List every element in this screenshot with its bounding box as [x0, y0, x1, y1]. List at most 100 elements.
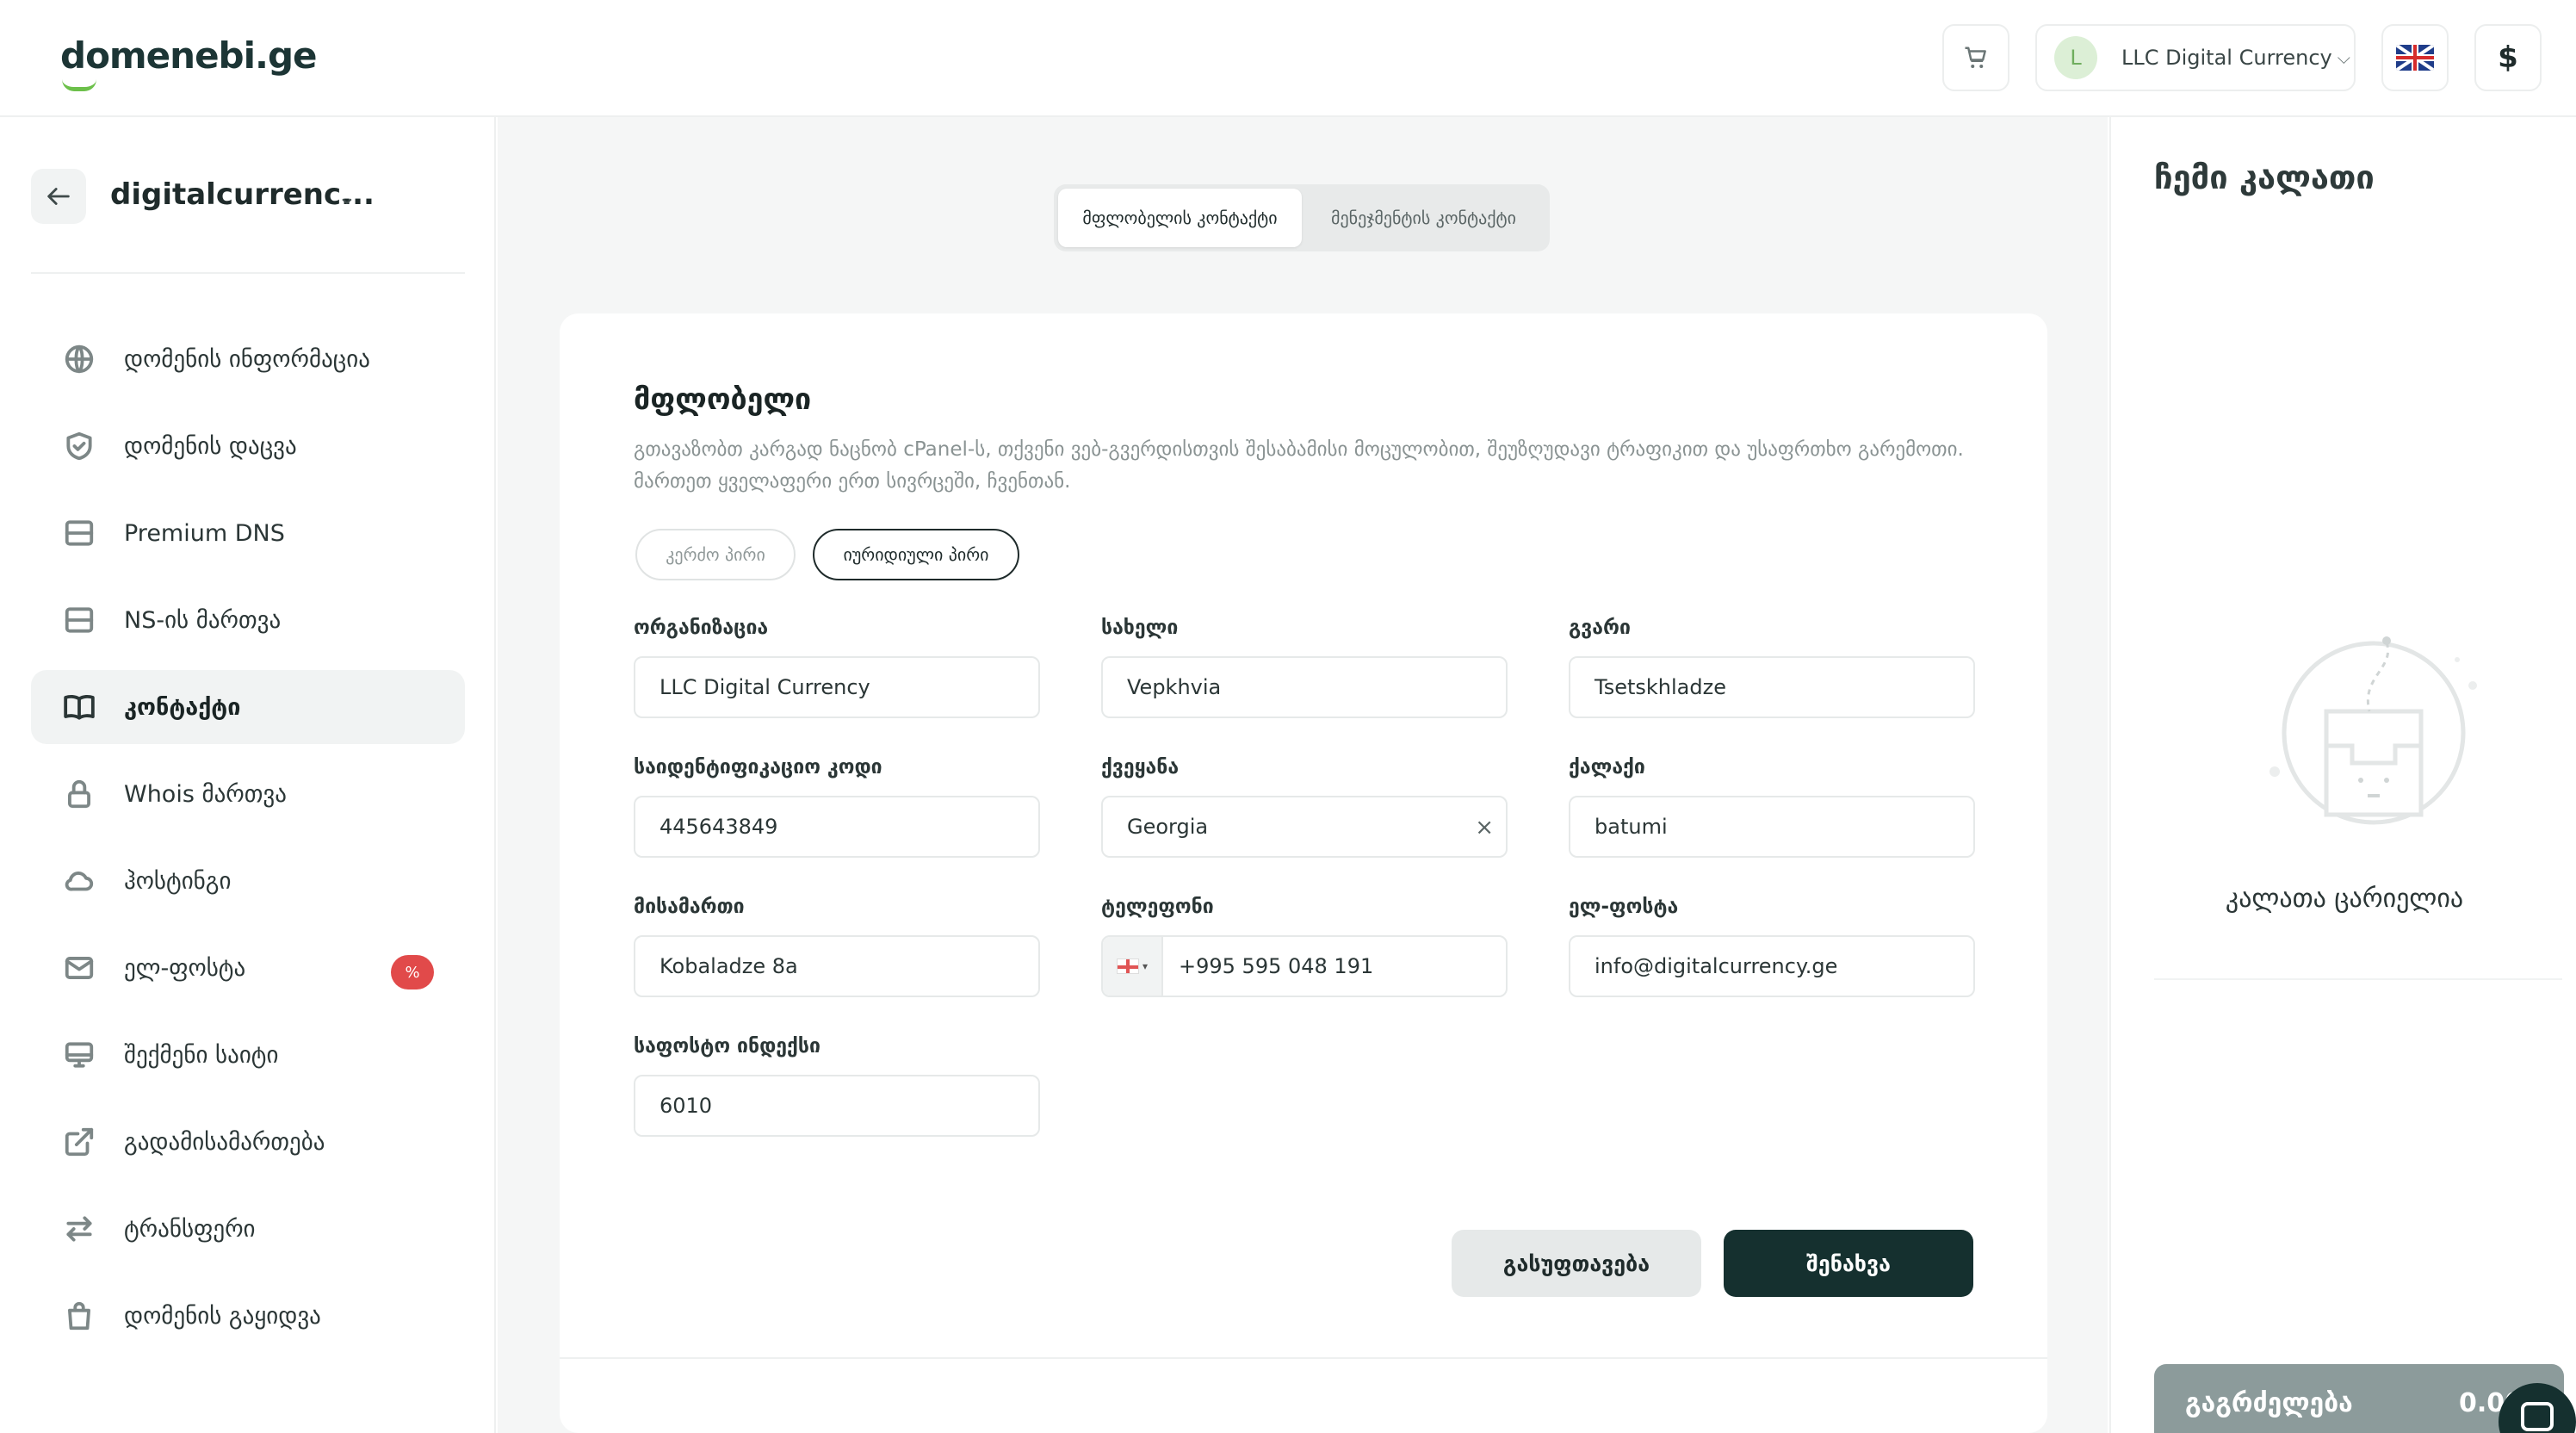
back-button[interactable]	[31, 169, 86, 224]
city-field-group: ქალაქი batumi	[1569, 756, 1975, 858]
first-name-field-group: სახელი Vepkhvia	[1101, 617, 1508, 718]
globe-icon	[62, 342, 96, 376]
private-person-option[interactable]: კერძო პირი	[635, 529, 796, 580]
postal-input[interactable]: 6010	[634, 1075, 1040, 1137]
organization-label: ორგანიზაცია	[634, 617, 769, 639]
sidebar-item-site-builder[interactable]: შექმენი საიტი	[31, 1018, 465, 1092]
card-title: მფლობელი	[634, 382, 812, 417]
organization-field-group: ორგანიზაცია LLC Digital Currency	[634, 617, 1040, 718]
sidebar-item-domain-protection[interactable]: დომენის დაცვა	[31, 409, 465, 483]
postal-field-group: საფოსტო ინდექსი 6010	[634, 1035, 1040, 1137]
top-header: domenebi.ge L LLC Digital Currency ⌵ $	[0, 0, 2576, 117]
lock-icon	[62, 777, 96, 811]
save-button[interactable]: შენახვა	[1724, 1230, 1973, 1297]
chat-icon	[2521, 1402, 2554, 1431]
card-divider	[560, 1357, 2047, 1359]
sidebar-nav: დომენის ინფორმაცია დომენის დაცვა Premium…	[31, 322, 465, 1366]
first-name-label: სახელი	[1101, 617, 1179, 639]
external-link-icon	[62, 1125, 96, 1159]
mail-icon	[62, 951, 96, 985]
chevron-down-icon: ⌵	[2337, 47, 2350, 68]
sidebar-item-contact[interactable]: კონტაქტი	[31, 670, 465, 744]
avatar: L	[2054, 36, 2097, 79]
legal-entity-option[interactable]: იურიდიული პირი	[813, 529, 1019, 580]
country-field-group: ქვეყანა Georgia ×	[1101, 756, 1508, 858]
logo-smile-mark	[62, 79, 96, 91]
sidebar: digitalcurrenc... ⌄ დომენის ინფორმაცია დ…	[0, 117, 496, 1433]
empty-cart-text: კალათა ცარიელია	[2225, 884, 2464, 914]
contact-tabs: მფლობელის კონტაქტი მენეჯმენტის კონტაქტი	[1054, 184, 1550, 251]
email-field-group: ელ-ფოსტა info@digitalcurrency.ge	[1569, 896, 1975, 997]
cart-title: ჩემი კალათი	[2154, 158, 2375, 196]
first-name-input[interactable]: Vepkhvia	[1101, 656, 1508, 718]
card-description: გთავაზობთ კარგად ნაცნობ cPanel-ს, თქვენი…	[634, 438, 1964, 493]
arrow-left-icon	[47, 188, 70, 205]
clear-icon[interactable]: ×	[1475, 815, 1494, 841]
address-field-group: მისამართი Kobaladze 8a	[634, 896, 1040, 997]
email-label: ელ-ფოსტა	[1569, 896, 1679, 918]
language-button[interactable]	[2381, 24, 2449, 91]
postal-label: საფოსტო ინდექსი	[634, 1035, 820, 1058]
uk-flag-icon	[2396, 45, 2434, 71]
city-label: ქალაქი	[1569, 756, 1645, 779]
currency-button[interactable]: $	[2474, 24, 2542, 91]
id-code-field-group: საიდენტიფიკაციო კოდი 445643849	[634, 756, 1040, 858]
logo[interactable]: domenebi.ge	[60, 34, 318, 91]
account-name: LLC Digital Currency	[2121, 46, 2332, 70]
server-icon	[62, 516, 96, 550]
sidebar-item-email[interactable]: ელ-ფოსტა %	[31, 931, 465, 1005]
georgia-flag-icon	[1116, 958, 1139, 974]
domain-selector-label[interactable]: digitalcurrenc...	[110, 177, 375, 212]
id-code-input[interactable]: 445643849	[634, 796, 1040, 858]
continue-label: გაგრძელება	[2185, 1387, 2353, 1418]
sidebar-item-redirect[interactable]: გადამისამართება	[31, 1105, 465, 1179]
main-content: მფლობელის კონტაქტი მენეჯმენტის კონტაქტი …	[498, 117, 2108, 1433]
tab-owner-contact[interactable]: მფლობელის კონტაქტი	[1058, 189, 1302, 247]
shopping-bag-icon	[62, 1299, 96, 1333]
shield-check-icon	[62, 429, 96, 463]
address-input[interactable]: Kobaladze 8a	[634, 935, 1040, 997]
sidebar-item-transfer[interactable]: ტრანსფერი	[31, 1192, 465, 1266]
country-label: ქვეყანა	[1101, 756, 1180, 779]
empty-cart-illustration	[2269, 636, 2477, 825]
server-icon	[62, 603, 96, 637]
sidebar-item-premium-dns[interactable]: Premium DNS	[31, 496, 465, 570]
cloud-icon	[62, 864, 96, 898]
phone-country-select[interactable]: ▾	[1103, 937, 1163, 996]
email-input[interactable]: info@digitalcurrency.ge	[1569, 935, 1975, 997]
cart-button[interactable]	[1942, 24, 2009, 91]
sidebar-item-ns-management[interactable]: NS-ის მართვა	[31, 583, 465, 657]
phone-field-group: ტელეფონი ▾ +995 595 048 191	[1101, 896, 1508, 997]
cart-icon	[1965, 47, 1986, 68]
last-name-label: გვარი	[1569, 617, 1631, 639]
phone-label: ტელეფონი	[1101, 896, 1214, 918]
country-value: Georgia	[1127, 815, 1209, 839]
account-dropdown[interactable]: L LLC Digital Currency ⌵	[2035, 24, 2356, 91]
last-name-input[interactable]: Tsetskhladze	[1569, 656, 1975, 718]
chevron-down-icon[interactable]: ⌄	[337, 184, 356, 210]
address-label: მისამართი	[634, 896, 745, 918]
reset-button[interactable]: გასუფთავება	[1452, 1230, 1701, 1297]
tab-management-contact[interactable]: მენეჯმენტის კონტაქტი	[1302, 189, 1545, 247]
sidebar-item-hosting[interactable]: ჰოსტინგი	[31, 844, 465, 918]
cart-divider	[2154, 978, 2562, 980]
cart-panel: ჩემი კალათი კალათა ცარიელია გაგრძელება 0…	[2109, 117, 2576, 1433]
transfer-arrows-icon	[62, 1212, 96, 1246]
organization-input[interactable]: LLC Digital Currency	[634, 656, 1040, 718]
city-input[interactable]: batumi	[1569, 796, 1975, 858]
discount-badge: %	[391, 955, 434, 989]
monitor-icon	[62, 1038, 96, 1072]
person-type-toggle: კერძო პირი იურიდიული პირი	[635, 529, 1019, 580]
last-name-field-group: გვარი Tsetskhladze	[1569, 617, 1975, 718]
id-code-label: საიდენტიფიკაციო კოდი	[634, 756, 882, 779]
owner-card: მფლობელი გთავაზობთ კარგად ნაცნობ cPanel-…	[560, 313, 2047, 1433]
sidebar-divider	[31, 272, 465, 274]
sidebar-item-whois[interactable]: Whois მართვა	[31, 757, 465, 831]
country-select[interactable]: Georgia ×	[1101, 796, 1508, 858]
phone-input[interactable]: ▾ +995 595 048 191	[1101, 935, 1508, 997]
caret-down-icon: ▾	[1142, 960, 1149, 972]
phone-value: +995 595 048 191	[1179, 954, 1374, 978]
sidebar-item-domain-info[interactable]: დომენის ინფორმაცია	[31, 322, 465, 396]
sidebar-item-domain-sale[interactable]: დომენის გაყიდვა	[31, 1279, 465, 1353]
book-icon	[62, 690, 96, 724]
